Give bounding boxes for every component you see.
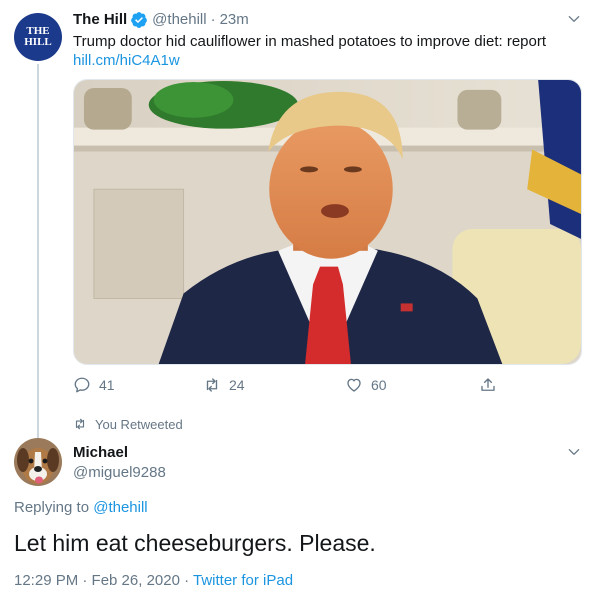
reply-count: 41 — [99, 377, 115, 393]
the-hill-avatar[interactable]: THE HILL — [14, 13, 62, 61]
retweet-icon — [206, 378, 218, 392]
reply-icon — [74, 377, 90, 393]
author-name[interactable]: The Hill — [73, 10, 127, 30]
reply-text: Let him eat cheeseburgers. Please. — [14, 530, 376, 556]
tweet-photo[interactable] — [73, 79, 582, 365]
retweet-button[interactable]: 24 — [203, 373, 245, 397]
like-button[interactable]: 60 — [345, 373, 387, 397]
header-separator: · — [210, 11, 216, 28]
reply-timestamp[interactable]: 12:29 PM · Feb 26, 2020 · — [14, 572, 193, 589]
like-count: 60 — [371, 377, 387, 393]
tweet-actions: 41 24 60 — [73, 373, 503, 397]
replying-prefix: Replying to — [14, 499, 90, 516]
michael-avatar[interactable] — [14, 438, 62, 486]
replying-to-line: Replying to @thehill — [14, 498, 148, 518]
reply-author-name[interactable]: Michael — [73, 443, 128, 463]
retweet-context: You Retweeted — [73, 415, 183, 433]
avatar-text-line-2: HILL — [24, 36, 52, 48]
share-button[interactable] — [479, 373, 505, 397]
tweet-text: Trump doctor hid cauliflower in mashed p… — [73, 33, 547, 50]
like-icon — [347, 378, 361, 392]
tweet-header: The Hill @thehill · 23m — [73, 10, 249, 30]
retweet-note: You Retweeted — [95, 416, 183, 432]
retweet-count: 24 — [229, 377, 245, 393]
tweet-link[interactable]: hill.cm/hiC4A1w — [73, 51, 180, 71]
reply-author-handle[interactable]: @miguel9288 — [73, 463, 166, 483]
reply-meta: 12:29 PM · Feb 26, 2020 · Twitter for iP… — [14, 571, 293, 591]
reply-source[interactable]: Twitter for iPad — [193, 572, 293, 589]
chevron-down-icon[interactable] — [567, 445, 581, 459]
author-handle[interactable]: @thehill — [152, 10, 206, 30]
tweet-time[interactable]: 23m — [220, 10, 249, 30]
share-icon — [481, 378, 495, 391]
thread-connector-line — [37, 64, 39, 444]
retweet-icon — [75, 418, 85, 430]
chevron-down-icon[interactable] — [567, 12, 581, 26]
verified-badge-icon — [131, 12, 148, 28]
replying-to-handle[interactable]: @thehill — [93, 499, 147, 516]
reply-button[interactable]: 41 — [73, 373, 115, 397]
